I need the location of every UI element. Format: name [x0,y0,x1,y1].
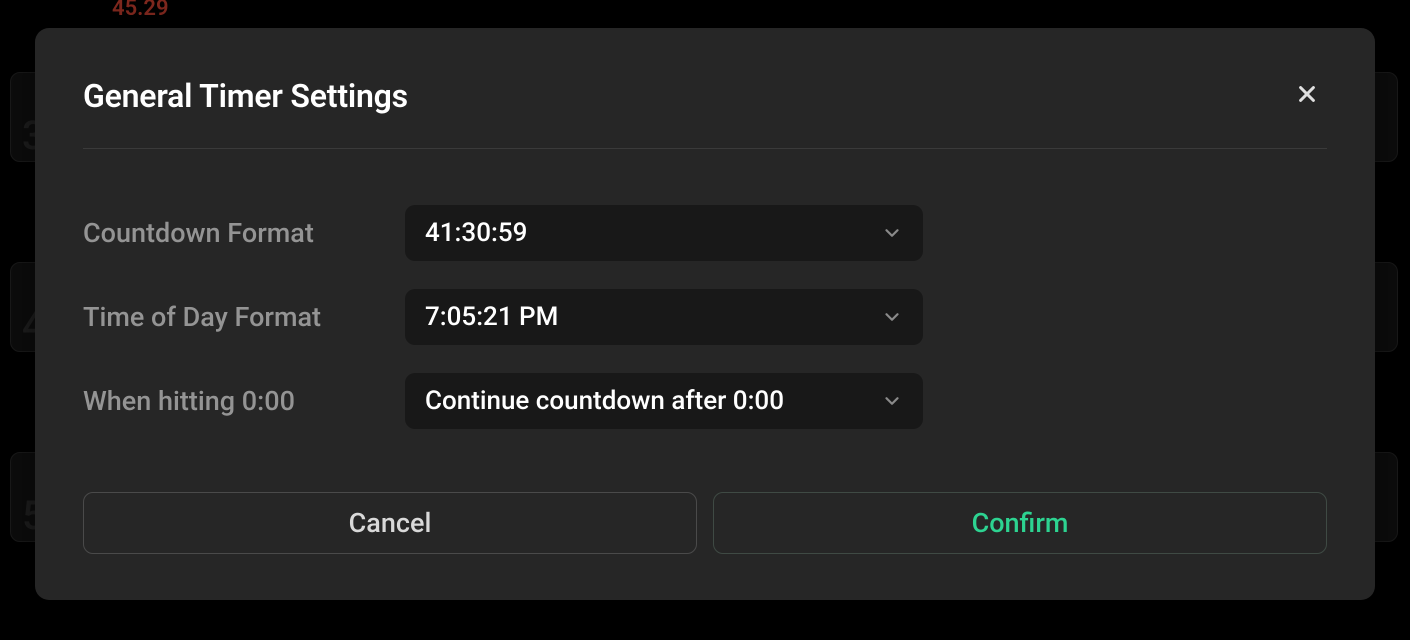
close-button[interactable] [1287,76,1327,116]
chevron-down-icon [881,222,903,244]
modal-footer: Cancel Confirm [83,492,1327,554]
modal-header: General Timer Settings [83,76,1327,116]
label-when-hitting-zero: When hitting 0:00 [83,385,405,417]
select-when-hitting-zero[interactable]: Continue countdown after 0:00 [405,373,923,429]
select-value-when-hitting-zero: Continue countdown after 0:00 [425,386,784,416]
select-value-time-of-day-format: 7:05:21 PM [425,302,558,332]
chevron-down-icon [881,306,903,328]
chevron-down-icon [881,390,903,412]
divider [83,148,1327,149]
row-time-of-day-format: Time of Day Format 7:05:21 PM [83,289,1327,345]
label-time-of-day-format: Time of Day Format [83,301,405,333]
row-when-hitting-zero: When hitting 0:00 Continue countdown aft… [83,373,1327,429]
modal-title: General Timer Settings [83,77,408,115]
settings-form: Countdown Format 41:30:59 Time of Day Fo… [83,205,1327,429]
row-countdown-format: Countdown Format 41:30:59 [83,205,1327,261]
confirm-button[interactable]: Confirm [713,492,1327,554]
cancel-button[interactable]: Cancel [83,492,697,554]
bg-overdue-time: 45.29 [112,0,169,21]
general-timer-settings-modal: General Timer Settings Countdown Format … [35,28,1375,600]
label-countdown-format: Countdown Format [83,217,405,249]
close-icon [1296,83,1318,109]
select-time-of-day-format[interactable]: 7:05:21 PM [405,289,923,345]
select-countdown-format[interactable]: 41:30:59 [405,205,923,261]
select-value-countdown-format: 41:30:59 [425,218,527,248]
